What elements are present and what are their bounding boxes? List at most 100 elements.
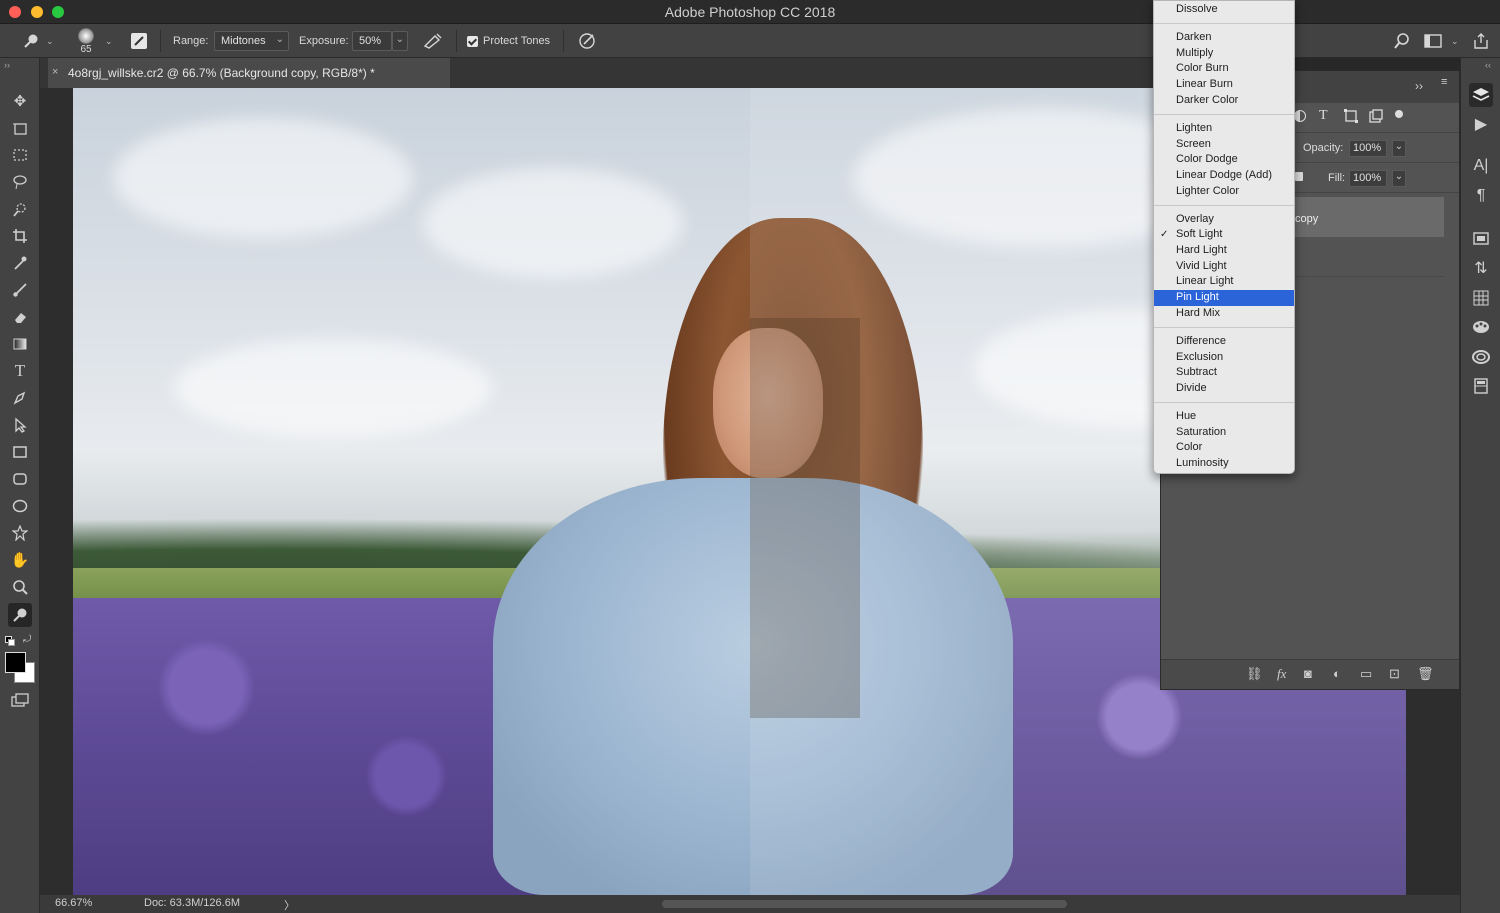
panel-expand-icon[interactable]: ›› <box>1415 79 1423 93</box>
libraries-icon[interactable] <box>1469 226 1493 250</box>
cc-libraries-icon[interactable] <box>1469 345 1493 369</box>
fill-chevron-icon[interactable]: ⌄ <box>1392 170 1406 187</box>
blend-mode-hue[interactable]: Hue <box>1154 409 1294 425</box>
rectangle-icon[interactable] <box>8 440 32 464</box>
paragraph-icon[interactable]: ¶ <box>1469 184 1493 208</box>
blend-mode-saturation[interactable]: Saturation <box>1154 425 1294 441</box>
foreground-color-swatch[interactable] <box>5 652 26 673</box>
adjustment-layer-icon[interactable]: ◐ <box>1333 666 1341 681</box>
range-select[interactable]: Midtones ⌄ <box>214 31 289 51</box>
fx-icon[interactable]: fx <box>1277 666 1286 682</box>
panel-menu-icon[interactable]: ≡ <box>1441 77 1447 88</box>
blend-mode-divide[interactable]: Divide <box>1154 381 1294 397</box>
protect-tones-toggle[interactable]: Protect Tones <box>467 24 550 58</box>
brush-icon[interactable] <box>8 278 32 302</box>
protect-tones-checkbox[interactable] <box>467 35 478 47</box>
blend-mode-darken[interactable]: Darken <box>1154 30 1294 46</box>
eyedropper-icon[interactable] <box>8 251 32 275</box>
blend-mode-hard-light[interactable]: Hard Light <box>1154 243 1294 259</box>
airbrush-icon[interactable] <box>423 24 443 58</box>
document-tab[interactable]: × 4o8rgj_willske.cr2 @ 66.7% (Background… <box>48 58 450 88</box>
artboard-icon[interactable] <box>8 116 32 140</box>
share-icon[interactable] <box>1472 24 1490 58</box>
blend-mode-hard-mix[interactable]: Hard Mix <box>1154 306 1294 322</box>
opacity-chevron-icon[interactable]: ⌄ <box>1392 140 1406 157</box>
blend-mode-dissolve[interactable]: Dissolve <box>1154 2 1294 18</box>
properties-icon[interactable] <box>1469 374 1493 398</box>
swatches-icon[interactable] <box>1469 315 1493 339</box>
swap-colors-icon[interactable]: ⤾ <box>23 634 31 645</box>
adjustments-icon[interactable]: ⇅ <box>1469 256 1493 280</box>
rounded-rect-icon[interactable] <box>8 467 32 491</box>
exposure-input[interactable]: 50% <box>352 31 392 51</box>
default-colors-icon[interactable] <box>5 636 15 646</box>
blend-mode-luminosity[interactable]: Luminosity <box>1154 456 1294 472</box>
grid-icon[interactable] <box>1469 286 1493 310</box>
blend-mode-color[interactable]: Color <box>1154 440 1294 456</box>
ellipse-icon[interactable] <box>8 494 32 518</box>
dodge-icon[interactable] <box>8 603 32 627</box>
custom-shape-icon[interactable] <box>8 521 32 545</box>
add-mask-icon[interactable]: ◙ <box>1304 666 1312 681</box>
opacity-input[interactable]: 100% <box>1349 140 1387 157</box>
dodge-tool-icon[interactable] <box>22 24 40 58</box>
blend-mode-multiply[interactable]: Multiply <box>1154 46 1294 62</box>
zoom-level[interactable]: 66.67% <box>55 897 92 909</box>
hand-icon[interactable]: ✋ <box>8 548 32 572</box>
blend-mode-lighter-color[interactable]: Lighter Color <box>1154 184 1294 200</box>
eraser-icon[interactable] <box>8 305 32 329</box>
collapse-dock-icon[interactable]: ‹‹ <box>1485 60 1491 70</box>
pressure-size-icon[interactable] <box>577 24 597 58</box>
link-layers-icon[interactable]: ⛓ <box>1246 666 1263 682</box>
smart-object-filter-icon[interactable] <box>1369 109 1383 126</box>
blend-mode-difference[interactable]: Difference <box>1154 334 1294 350</box>
type-icon[interactable]: T <box>8 359 32 383</box>
blend-mode-darker-color[interactable]: Darker Color <box>1154 93 1294 109</box>
crop-icon[interactable] <box>8 224 32 248</box>
adjustment-filter-icon[interactable] <box>1294 110 1306 122</box>
blend-mode-pin-light[interactable]: Pin Light <box>1154 290 1294 307</box>
search-icon[interactable] <box>1393 24 1411 58</box>
blend-mode-color-dodge[interactable]: Color Dodge <box>1154 152 1294 168</box>
tool-preset-chevron-icon[interactable]: ⌄ <box>46 24 54 58</box>
character-icon[interactable]: A| <box>1469 154 1493 178</box>
close-tab-icon[interactable]: × <box>52 66 58 78</box>
blend-mode-overlay[interactable]: Overlay <box>1154 212 1294 228</box>
fill-input[interactable]: 100% <box>1349 170 1387 187</box>
lasso-icon[interactable] <box>8 170 32 194</box>
exposure-dropdown[interactable]: ⌄ <box>392 31 408 51</box>
play-action-icon[interactable]: ▶ <box>1469 112 1493 136</box>
blend-mode-color-burn[interactable]: Color Burn <box>1154 61 1294 77</box>
blend-mode-soft-light[interactable]: ✓ Soft Light <box>1154 227 1294 243</box>
layers-icon[interactable] <box>1469 83 1493 107</box>
zoom-icon[interactable] <box>8 575 32 599</box>
collapse-toolbar-icon[interactable]: ›› <box>4 60 10 70</box>
quick-select-icon[interactable] <box>8 197 32 221</box>
type-filter-icon[interactable]: T <box>1319 108 1328 124</box>
screen-mode-icon[interactable] <box>8 689 32 713</box>
pen-icon[interactable] <box>8 386 32 410</box>
workspace-icon[interactable] <box>1424 24 1442 58</box>
blend-mode-exclusion[interactable]: Exclusion <box>1154 350 1294 366</box>
blend-mode-screen[interactable]: Screen <box>1154 137 1294 153</box>
move-icon[interactable]: ✥ <box>8 89 32 113</box>
blend-mode-vivid-light[interactable]: Vivid Light <box>1154 259 1294 275</box>
blend-mode-linear-dodge-add[interactable]: Linear Dodge (Add) <box>1154 168 1294 184</box>
blend-mode-linear-light[interactable]: Linear Light <box>1154 274 1294 290</box>
blend-mode-menu[interactable]: Dissolve Darken Multiply Color Burn Linear B… <box>1153 0 1295 474</box>
new-layer-icon[interactable]: ⊡ <box>1389 666 1400 682</box>
blend-mode-linear-burn[interactable]: Linear Burn <box>1154 77 1294 93</box>
marquee-icon[interactable] <box>8 143 32 167</box>
status-menu-arrow[interactable]: 〉 <box>284 897 295 913</box>
filter-toggle-icon[interactable] <box>1395 110 1403 118</box>
brush-settings-icon[interactable] <box>130 24 148 58</box>
gradient-icon[interactable] <box>8 332 32 356</box>
brush-chevron-icon[interactable]: ⌄ <box>105 24 113 58</box>
path-select-icon[interactable] <box>8 413 32 437</box>
blend-mode-subtract[interactable]: Subtract <box>1154 365 1294 381</box>
workspace-chevron-icon[interactable]: ⌄ <box>1451 24 1459 58</box>
lock-icon[interactable] <box>1295 172 1303 181</box>
blend-mode-lighten[interactable]: Lighten <box>1154 121 1294 137</box>
brush-preset-picker[interactable]: 65 <box>78 24 94 58</box>
horizontal-scrollbar[interactable] <box>662 900 1067 908</box>
